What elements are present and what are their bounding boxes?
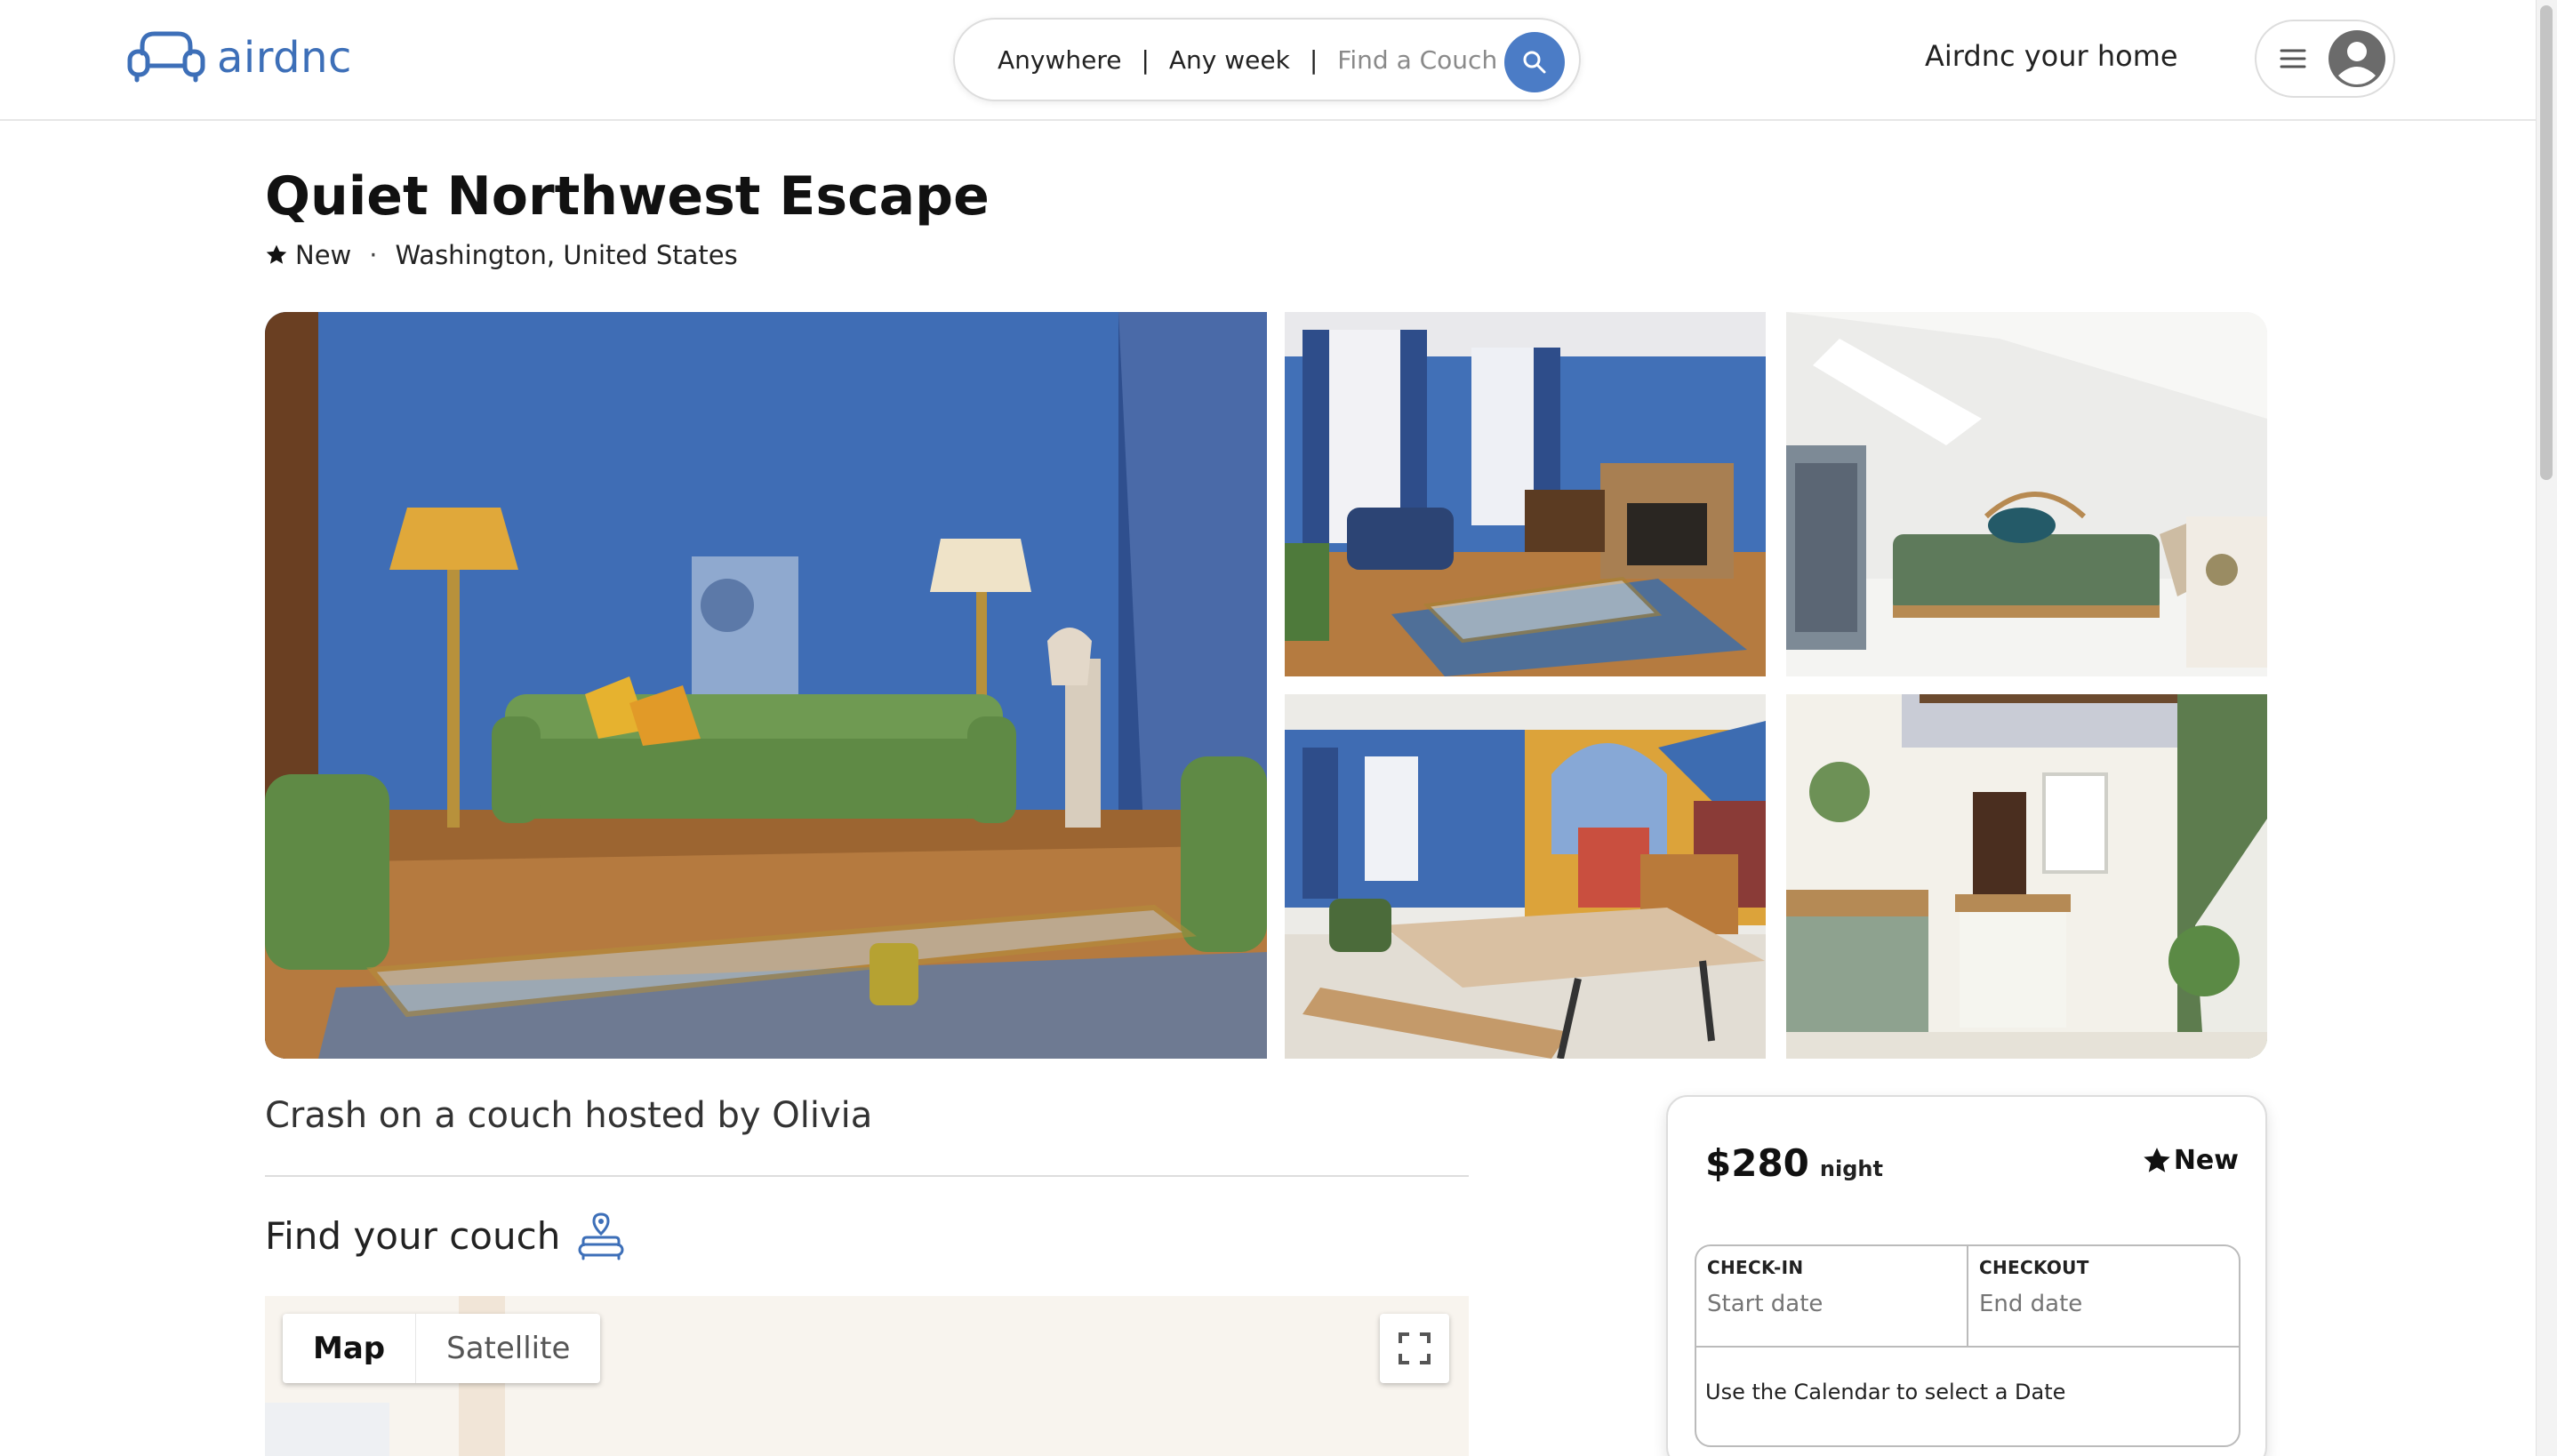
price-row: $280 night (1705, 1141, 1883, 1185)
fullscreen-button[interactable] (1380, 1314, 1449, 1383)
date-picker: CHECK-IN CHECKOUT Use the Calendar to se… (1695, 1244, 2240, 1447)
map-type-toggle: Map Satellite (283, 1314, 601, 1383)
checkin-label: CHECK-IN (1707, 1257, 1804, 1278)
listing-location[interactable]: Washington, United States (395, 240, 737, 270)
logo-text: airdnc (217, 33, 352, 83)
section-divider (265, 1175, 1469, 1177)
find-couch-text: Find your couch (265, 1213, 561, 1258)
star-icon (2144, 1147, 2170, 1172)
search-separator: | (1141, 44, 1150, 75)
scrollbar-thumb[interactable] (2540, 5, 2553, 480)
top-nav: airdnc Anywhere | Any week | Find a Couc… (0, 0, 2536, 121)
search-icon (1523, 51, 1546, 74)
host-line: Crash on a couch hosted by Olivia (265, 1095, 873, 1136)
photo-gallery (265, 312, 2267, 1059)
kitchen-photo[interactable] (1786, 694, 2267, 1059)
map-view[interactable]: Map Satellite (265, 1296, 1469, 1456)
become-host-link[interactable]: Airdnc your home (1925, 39, 2178, 73)
checkin-field[interactable]: CHECK-IN (1696, 1246, 1968, 1346)
booking-card: $280 night New CHECK-IN CHECKOUT Use the… (1666, 1095, 2267, 1456)
living-room-main-photo[interactable] (265, 312, 1267, 1059)
star-icon (266, 244, 287, 264)
search-bar[interactable]: Anywhere | Any week | Find a Couch (953, 18, 1581, 101)
date-divider (1696, 1346, 2239, 1348)
hamburger-menu-icon (2280, 47, 2306, 70)
map-tab-satellite[interactable]: Satellite (416, 1314, 600, 1383)
separator-dot: · (369, 240, 378, 270)
rating-label: New (295, 240, 352, 270)
search-separator: | (1309, 44, 1319, 75)
map-tab-map[interactable]: Map (283, 1314, 417, 1383)
checkin-input[interactable] (1707, 1291, 1938, 1317)
user-menu-button[interactable] (2255, 20, 2395, 98)
fullscreen-icon (1399, 1332, 1431, 1364)
search-input[interactable]: Find a Couch (1337, 45, 1497, 75)
booking-rating: New (2142, 1145, 2239, 1176)
checkout-input[interactable] (1979, 1291, 2210, 1317)
search-location[interactable]: Anywhere (998, 45, 1121, 75)
dining-room-photo[interactable] (1285, 694, 1766, 1059)
listing-subline: New · Washington, United States (265, 240, 738, 270)
bedroom-photo[interactable] (1786, 312, 2267, 676)
price-unit: night (1819, 1156, 1883, 1181)
map-block (265, 1403, 389, 1456)
checkout-label: CHECKOUT (1979, 1257, 2089, 1278)
couch-location-icon (578, 1212, 624, 1260)
logo[interactable]: airdnc (124, 28, 352, 87)
user-avatar-icon (2328, 29, 2386, 88)
listing-title: Quiet Northwest Escape (265, 165, 990, 228)
price-value: $280 (1705, 1141, 1809, 1185)
calendar-hint: Use the Calendar to select a Date (1705, 1380, 2066, 1404)
booking-rating-label: New (2173, 1145, 2239, 1176)
living-room-fireplace-photo[interactable] (1285, 312, 1766, 676)
search-week[interactable]: Any week (1169, 45, 1290, 75)
find-couch-heading: Find your couch (265, 1211, 626, 1260)
search-button[interactable] (1504, 32, 1565, 92)
checkout-field[interactable]: CHECKOUT (1968, 1246, 2240, 1346)
couch-logo-icon (124, 27, 208, 89)
